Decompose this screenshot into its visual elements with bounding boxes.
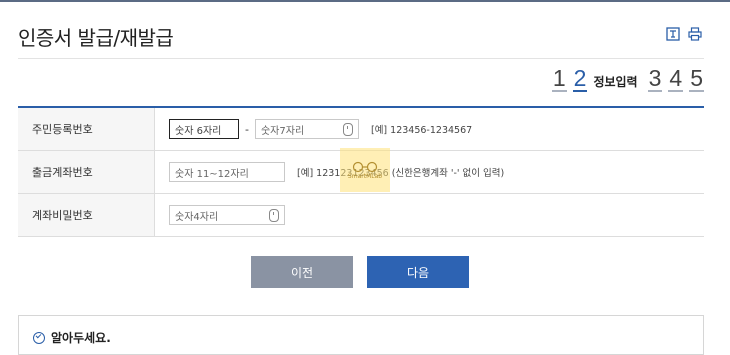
rrn-label: 주민등록번호: [18, 108, 155, 150]
rrn-back-placeholder: 숫자7자리: [260, 125, 305, 137]
rrn-front-placeholder: 숫자 6자리: [175, 125, 222, 137]
form-row-rrn: 주민등록번호 숫자 6자리 - 숫자7자리 [예] 123456-1234567: [18, 108, 704, 151]
step-indicator: 1 2 정보입력 3 4 5: [551, 65, 704, 92]
next-button[interactable]: 다음: [367, 256, 469, 288]
rrn-separator: -: [245, 122, 249, 136]
notice-title: 알아두세요.: [51, 331, 111, 345]
step-2: 2: [572, 65, 588, 92]
password-label: 계좌비밀번호: [18, 194, 155, 236]
prev-button[interactable]: 이전: [251, 256, 353, 288]
watermark-text: SmartMLab: [347, 172, 383, 180]
rrn-example: [예] 123456-1234567: [370, 125, 473, 136]
header-divider: [18, 58, 704, 59]
password-placeholder: 숫자4자리: [175, 211, 219, 223]
step-5: 5: [689, 65, 704, 92]
watermark-logo: SmartMLab: [340, 148, 390, 192]
account-placeholder: 숫자 11~12자리: [175, 168, 249, 180]
step-1: 1: [551, 65, 567, 92]
password-input[interactable]: 숫자4자리: [169, 205, 285, 225]
step-active-label: 정보입력: [593, 75, 638, 89]
notice-box: 알아두세요.: [18, 315, 704, 355]
top-border: [0, 0, 730, 2]
text-size-icon[interactable]: [666, 26, 680, 41]
account-input[interactable]: 숫자 11~12자리: [169, 162, 285, 182]
page-title: 인증서 발급/재발급: [18, 26, 174, 50]
account-label: 출금계좌번호: [18, 151, 155, 193]
account-example: [예] 12312312345​6 (신한은행계좌 '-' 없이 입력): [297, 168, 505, 179]
print-icon[interactable]: [688, 26, 702, 41]
mouse-keypad-icon[interactable]: [342, 122, 353, 136]
form-row-password: 계좌비밀번호 숫자4자리: [18, 194, 704, 237]
rrn-back-input[interactable]: 숫자7자리: [254, 119, 359, 139]
mouse-keypad-icon[interactable]: [269, 208, 279, 222]
step-3: 3: [647, 65, 663, 92]
rrn-front-input[interactable]: 숫자 6자리: [169, 119, 239, 139]
step-4: 4: [668, 65, 684, 92]
